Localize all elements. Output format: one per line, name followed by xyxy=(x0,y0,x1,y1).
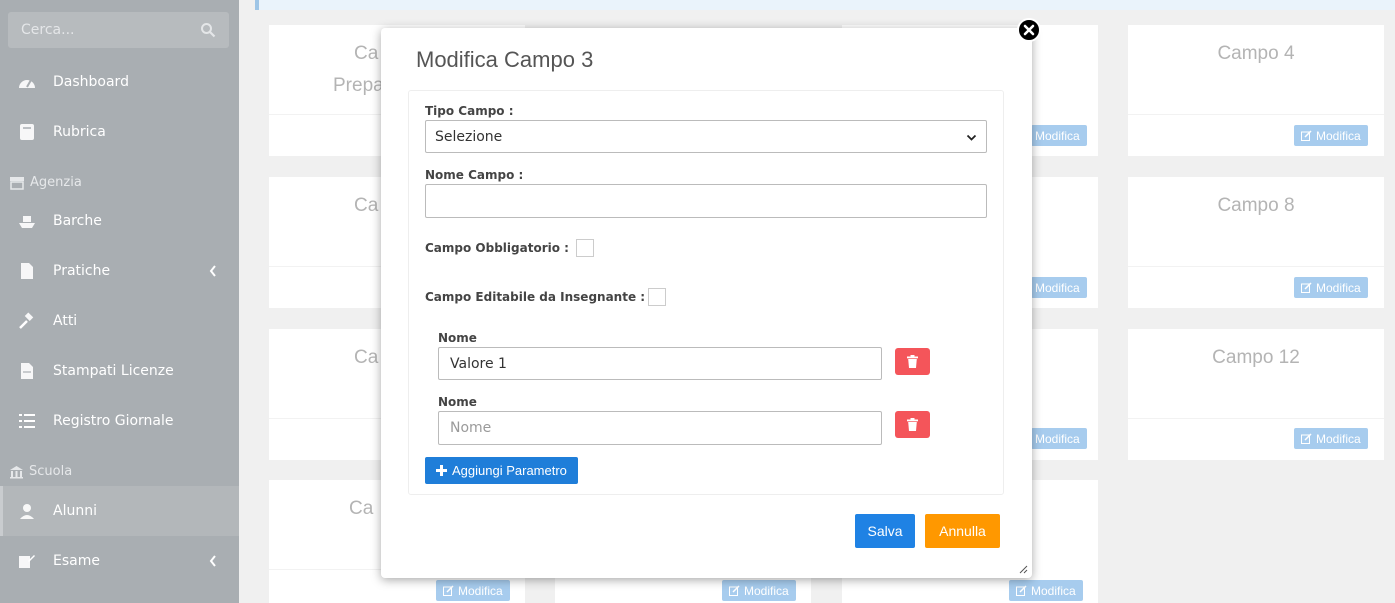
edit-icon xyxy=(1301,282,1312,293)
trash-icon xyxy=(907,355,918,368)
search-icon[interactable] xyxy=(200,22,216,38)
sidebar-item-label: Atti xyxy=(53,313,78,329)
sidebar-item-pratiche[interactable]: Pratiche xyxy=(0,246,239,296)
top-alert-bar xyxy=(255,0,1395,10)
edit-icon xyxy=(17,551,37,571)
field-name-label: Nome Campo : xyxy=(425,168,524,182)
add-parameter-button[interactable]: Aggiungi Parametro xyxy=(425,457,578,484)
sidebar-item-label: Registro Giornale xyxy=(53,413,174,429)
param-name-label: Nome xyxy=(438,395,477,409)
chevron-left-icon[interactable] xyxy=(209,555,217,567)
sidebar-item-label: Barche xyxy=(53,213,102,229)
sidebar-item-label: Pratiche xyxy=(53,263,111,279)
modal-title: Modifica Campo 3 xyxy=(416,47,594,72)
sidebar: Cerca... Dashboard Rubrica Agenzia Barch… xyxy=(0,0,239,603)
edit-icon xyxy=(1301,433,1312,444)
sidebar-header-scuola: Scuola xyxy=(9,464,72,479)
list-icon xyxy=(17,411,37,431)
chevron-down-icon xyxy=(966,134,977,141)
sidebar-item-label: Dashboard xyxy=(53,74,129,90)
sidebar-item-label: Alunni xyxy=(53,503,97,519)
plus-icon xyxy=(436,465,447,476)
sidebar-item-rubrica[interactable]: Rubrica xyxy=(0,107,239,157)
sidebar-header-agenzia: Agenzia xyxy=(9,175,82,190)
modify-button[interactable]: Modifica xyxy=(1031,428,1087,449)
modal-form: Tipo Campo : Selezione Nome Campo : Camp… xyxy=(408,90,1004,495)
modify-button[interactable]: Modifica xyxy=(1031,125,1087,146)
edit-icon xyxy=(1016,585,1027,596)
sidebar-search[interactable]: Cerca... xyxy=(8,12,229,48)
sidebar-item-dashboard[interactable]: Dashboard xyxy=(0,57,239,107)
sidebar-item-label: Esame xyxy=(53,553,100,569)
delete-param-button[interactable] xyxy=(895,411,930,438)
cancel-button[interactable]: Annulla xyxy=(925,514,1000,548)
param-name-input[interactable]: Valore 1 xyxy=(438,347,882,380)
sidebar-item-stampati-licenze[interactable]: Stampati Licenze xyxy=(0,346,239,396)
edit-field-modal: Modifica Campo 3 Tipo Campo : Selezione … xyxy=(381,18,1041,578)
sidebar-item-label: Stampati Licenze xyxy=(53,363,174,379)
modify-button[interactable]: Modifica xyxy=(1009,580,1083,601)
sidebar-item-barche[interactable]: Barche xyxy=(0,196,239,246)
field-name-input[interactable] xyxy=(425,184,987,218)
gavel-icon xyxy=(17,311,37,331)
modify-button[interactable]: Modifica xyxy=(722,580,796,601)
required-checkbox[interactable] xyxy=(576,239,594,257)
file-icon xyxy=(17,261,37,281)
teacher-editable-checkbox[interactable] xyxy=(648,288,666,306)
sidebar-item-registro-giornale[interactable]: Registro Giornale xyxy=(0,396,239,446)
dashboard-icon xyxy=(17,72,37,92)
search-input[interactable]: Cerca... xyxy=(21,22,74,38)
param-name-label: Nome xyxy=(438,331,477,345)
param-name-input[interactable]: Nome xyxy=(438,411,882,445)
sidebar-item-atti[interactable]: Atti xyxy=(0,296,239,346)
edit-icon xyxy=(443,585,454,596)
sidebar-item-esame[interactable]: Esame xyxy=(0,536,239,586)
trash-icon xyxy=(907,418,918,431)
sidebar-item-alunni[interactable]: Alunni xyxy=(0,486,239,536)
student-icon xyxy=(17,501,37,521)
save-button[interactable]: Salva xyxy=(855,514,915,548)
field-type-label: Tipo Campo : xyxy=(425,104,514,118)
field-type-select[interactable]: Selezione xyxy=(425,120,987,153)
required-label: Campo Obbligatorio : xyxy=(425,241,569,255)
resize-handle-icon[interactable] xyxy=(1019,565,1028,574)
sidebar-item-label: Rubrica xyxy=(53,124,106,140)
teacher-editable-label: Campo Editabile da Insegnante : xyxy=(425,290,646,304)
modify-button[interactable]: Modifica xyxy=(436,580,510,601)
store-icon xyxy=(10,176,24,190)
modify-button[interactable]: Modifica xyxy=(1031,277,1087,298)
modify-button[interactable]: Modifica xyxy=(1294,428,1368,449)
book-icon xyxy=(17,122,37,142)
chevron-left-icon[interactable] xyxy=(209,265,217,277)
ship-icon xyxy=(17,211,37,231)
modify-button[interactable]: Modifica xyxy=(1294,125,1368,146)
delete-param-button[interactable] xyxy=(895,348,930,375)
edit-icon xyxy=(729,585,740,596)
modify-button[interactable]: Modifica xyxy=(1294,277,1368,298)
school-icon xyxy=(10,465,23,478)
edit-icon xyxy=(1301,130,1312,141)
close-icon[interactable] xyxy=(1017,18,1041,42)
document-icon xyxy=(17,361,37,381)
